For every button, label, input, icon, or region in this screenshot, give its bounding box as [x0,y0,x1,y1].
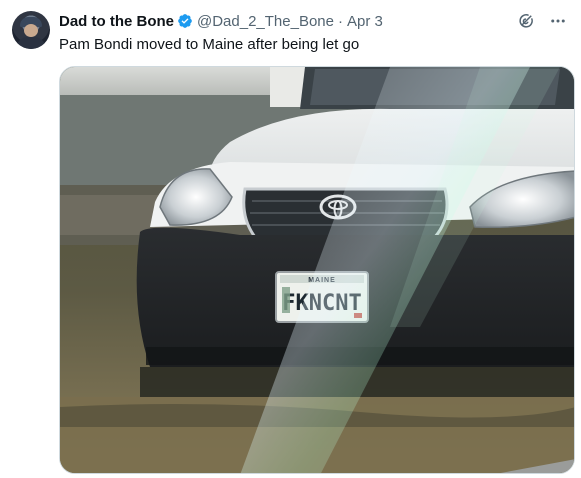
separator-dot: · [338,12,343,30]
tweet-text: Pam Bondi moved to Maine after being let… [59,36,360,53]
grok-icon[interactable] [517,12,535,30]
avatar[interactable] [12,11,50,49]
tweet-actions-top [517,12,567,30]
tweet: Dad to the Bone @Dad_2_The_Bone · Apr 3 [0,0,581,478]
avatar-face [24,24,38,37]
tweet-header: Dad to the Bone @Dad_2_The_Bone · Apr 3 [59,11,383,31]
author-handle[interactable]: @Dad_2_The_Bone [197,13,334,30]
display-name[interactable]: Dad to the Bone [59,13,174,30]
car-photo: MAINE FKNCNT [60,67,574,473]
tweet-media-photo[interactable]: MAINE FKNCNT [59,66,575,474]
more-icon[interactable] [549,12,567,30]
tweet-date[interactable]: Apr 3 [347,13,383,30]
verified-badge-icon [177,13,193,29]
avatar-shirt [16,37,46,49]
